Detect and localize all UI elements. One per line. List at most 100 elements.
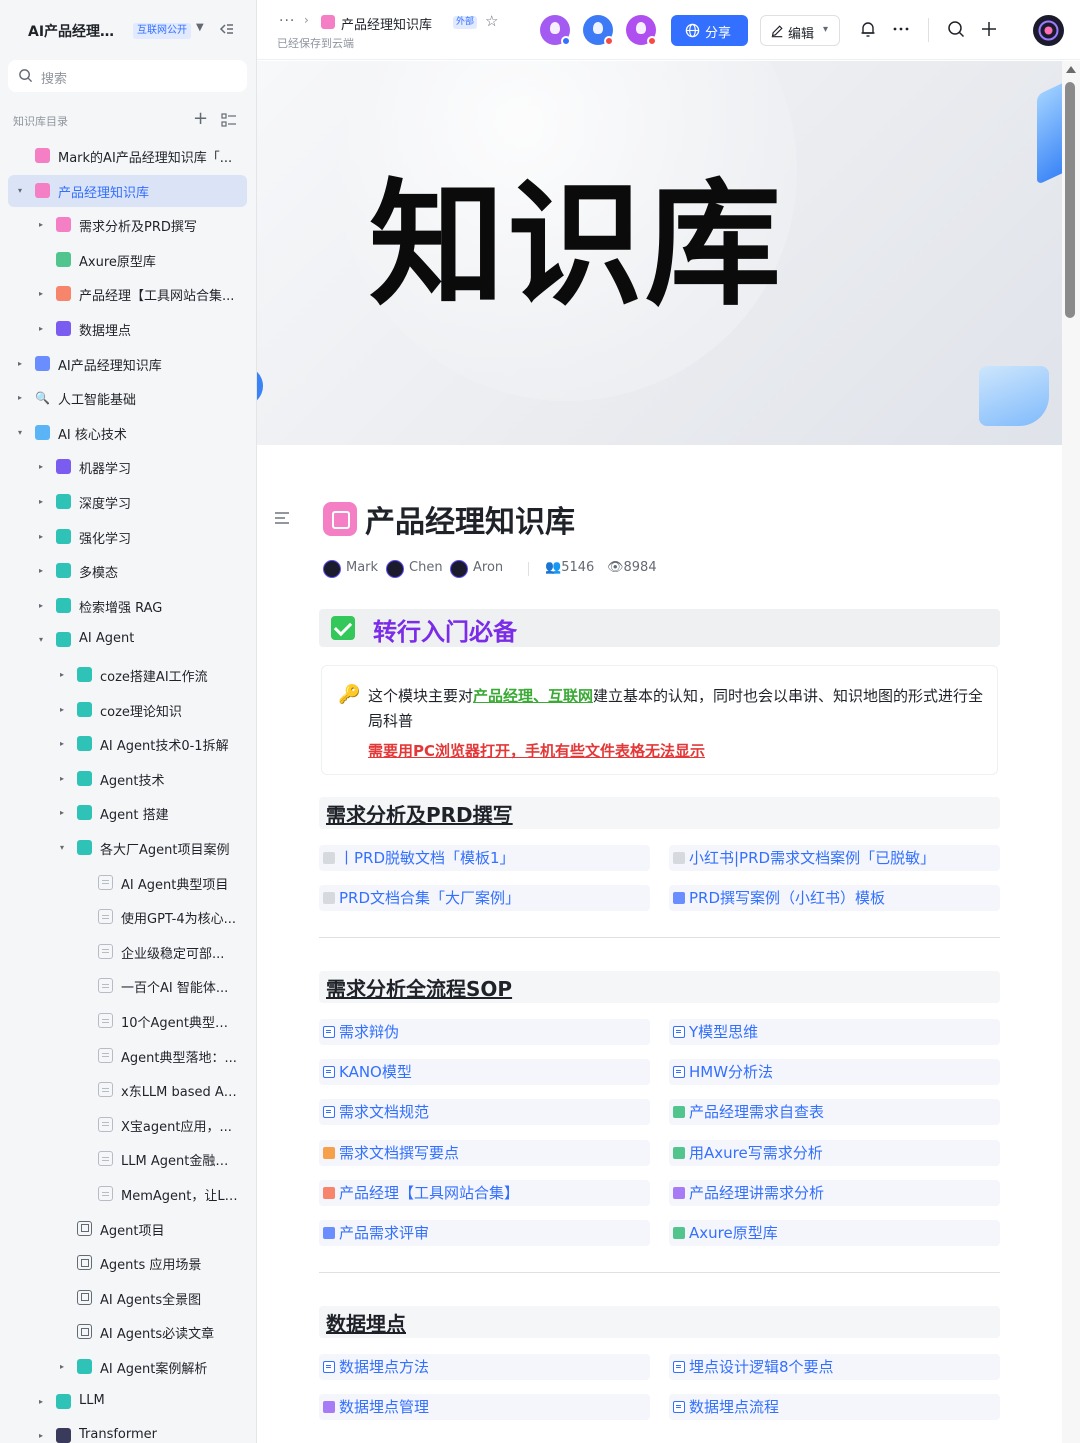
sidebar-tree-item[interactable]: ▸ 需求分析及PRD撰写 [8, 209, 247, 241]
sidebar-tree-item[interactable]: ▸ Agent技术 [8, 763, 247, 795]
sidebar-tree-item[interactable]: ▾ 产品经理知识库 [8, 174, 247, 207]
sidebar-tree-item[interactable]: ▸ 多模态 [8, 555, 247, 587]
doc-link-card[interactable]: 产品经理【工具网站合集】 [319, 1179, 650, 1206]
expand-chevron-right-icon[interactable]: ▸ [39, 289, 47, 299]
expand-chevron-right-icon[interactable]: ▸ [39, 324, 47, 334]
expand-chevron-right-icon[interactable]: ▸ [39, 1431, 47, 1441]
sidebar-tree-item[interactable]: ▾ 各大厂Agent项目案例 [8, 832, 247, 864]
bell-icon[interactable] [857, 18, 879, 40]
sidebar-tree-item[interactable]: AI Agent典型项目 [8, 867, 247, 899]
sidebar-tree-item[interactable]: Axure原型库 [8, 244, 247, 276]
expand-chevron-right-icon[interactable]: ▸ [60, 705, 68, 715]
doc-link-card[interactable]: 产品经理需求自查表 [669, 1099, 1000, 1126]
sidebar-tree-item[interactable]: ▸ LLM [8, 1386, 247, 1418]
expand-chevron-right-icon[interactable]: ▸ [60, 808, 68, 818]
doc-link-card[interactable]: 埋点设计逻辑8个要点 [669, 1354, 1000, 1380]
sidebar-tree-item[interactable]: ▸ 产品经理【工具网站合集... [8, 278, 247, 310]
space-switch-chevron-icon[interactable]: ▼ [196, 22, 204, 33]
expand-chevron-down-icon[interactable]: ▾ [39, 635, 47, 645]
expand-chevron-right-icon[interactable]: ▸ [39, 462, 47, 472]
expand-chevron-right-icon[interactable]: ▸ [39, 532, 47, 542]
add-icon[interactable] [978, 18, 1000, 40]
sidebar-tree-item[interactable]: LLM Agent金融领... [8, 1143, 247, 1175]
expand-chevron-down-icon[interactable]: ▾ [18, 186, 26, 196]
doc-title[interactable]: 产品经理知识库 [365, 497, 575, 541]
doc-link-card[interactable]: HMW分析法 [669, 1059, 1000, 1086]
expand-chevron-right-icon[interactable]: ▸ [18, 359, 26, 369]
collaborator-avatar[interactable] [626, 15, 657, 46]
doc-link-card[interactable]: PRD撰写案例（小红书）模板 [669, 885, 1000, 912]
sidebar-tree-item[interactable]: Mark的AI产品经理知识库「... [8, 140, 247, 172]
sidebar-tree-item[interactable]: AI Agents必读文章 [8, 1316, 247, 1348]
expand-chevron-right-icon[interactable]: ▸ [18, 393, 26, 403]
sidebar-tree-item[interactable]: ▸ coze理论知识 [8, 694, 247, 726]
share-button[interactable]: 分享 [671, 15, 748, 46]
expand-chevron-down-icon[interactable]: ▾ [60, 843, 68, 853]
outline-toggle-icon[interactable] [274, 511, 290, 525]
expand-chevron-right-icon[interactable]: ▸ [39, 497, 47, 507]
sidebar-tree-item[interactable]: Agent典型落地：... [8, 1040, 247, 1072]
doc-link-card[interactable]: 需求辩伪 [319, 1019, 650, 1045]
expand-chevron-right-icon[interactable]: ▸ [39, 566, 47, 576]
doc-link-card[interactable]: 需求文档撰写要点 [319, 1139, 650, 1166]
collapse-sidebar-icon[interactable] [217, 19, 237, 39]
sidebar-tree-item[interactable]: ▸ 强化学习 [8, 521, 247, 553]
sidebar-search-input[interactable]: 搜索 [8, 60, 247, 92]
doc-link-card[interactable]: 需求文档规范 [319, 1099, 650, 1126]
breadcrumb-more-icon[interactable]: ··· [279, 13, 295, 29]
expand-chevron-right-icon[interactable]: ▸ [39, 220, 47, 230]
doc-link-card[interactable]: 数据埋点管理 [319, 1394, 650, 1421]
sidebar-tree-item[interactable]: ▸ coze搭建AI工作流 [8, 659, 247, 691]
doc-link-card[interactable]: 数据埋点流程 [669, 1394, 1000, 1421]
doc-link-card[interactable]: 小红书|PRD需求文档案例「已脱敏」 [669, 845, 1000, 871]
sidebar-tree-item[interactable]: AI Agents全景图 [8, 1282, 247, 1314]
add-page-icon[interactable]: + [193, 110, 208, 128]
expand-chevron-down-icon[interactable]: ▾ [18, 428, 26, 438]
sidebar-tree-item[interactable]: Agents 应用场景 [8, 1247, 247, 1279]
sidebar-tree-item[interactable]: ▸ 🔍 人工智能基础 [8, 382, 247, 414]
sidebar-tree-item[interactable]: 10个Agent典型应... [8, 1005, 247, 1037]
expand-chevron-right-icon[interactable]: ▸ [39, 601, 47, 611]
space-title[interactable]: AI产品经理知... [28, 21, 128, 41]
sidebar-tree-item[interactable]: ▾ AI 核心技术 [8, 417, 247, 449]
tree-options-icon[interactable] [221, 112, 237, 128]
sidebar-tree-item[interactable]: ▾ AI Agent [8, 624, 247, 656]
sidebar-tree-item[interactable]: ▸ 数据埋点 [8, 313, 247, 345]
doc-link-card[interactable]: 丨PRD脱敏文档「模板1」 [319, 845, 650, 871]
expand-chevron-right-icon[interactable]: ▸ [60, 739, 68, 749]
sidebar-tree-item[interactable]: Agent项目 [8, 1213, 247, 1245]
doc-link-card[interactable]: 产品经理讲需求分析 [669, 1179, 1000, 1206]
sidebar-tree-item[interactable]: ▸ 深度学习 [8, 486, 247, 518]
favorite-star-icon[interactable]: ☆ [485, 12, 498, 30]
sidebar-tree-item[interactable]: ▸ Transformer [8, 1420, 247, 1443]
doc-checkbox-icon[interactable] [323, 502, 357, 536]
sidebar-tree-item[interactable]: 使用GPT-4为核心... [8, 901, 247, 933]
sidebar-tree-item[interactable]: x东LLM based Ag... [8, 1074, 247, 1106]
scrollbar-thumb[interactable] [1065, 82, 1075, 318]
collaborator-avatar[interactable] [583, 15, 614, 46]
doc-link-card[interactable]: Y模型思维 [669, 1019, 1000, 1045]
sidebar-tree-item[interactable]: ▸ Agent 搭建 [8, 797, 247, 829]
sidebar-tree-item[interactable]: ▸ 检索增强 RAG [8, 590, 247, 622]
breadcrumb-title[interactable]: 产品经理知识库 [341, 14, 432, 33]
more-icon[interactable] [890, 18, 912, 40]
edit-mode-button[interactable]: 编辑 ▾ [760, 15, 840, 46]
doc-link-card[interactable]: KANO模型 [319, 1059, 650, 1086]
expand-chevron-right-icon[interactable]: ▸ [60, 670, 68, 680]
scroll-up-arrow-icon[interactable] [1066, 66, 1076, 73]
doc-link-card[interactable]: 产品需求评审 [319, 1220, 650, 1246]
user-avatar[interactable] [1033, 15, 1064, 46]
sidebar-tree-item[interactable]: MemAgent，让LL... [8, 1178, 247, 1210]
search-icon[interactable] [945, 18, 967, 40]
sidebar-tree-item[interactable]: ▸ AI产品经理知识库 [8, 348, 247, 380]
doc-link-card[interactable]: Axure原型库 [669, 1220, 1000, 1246]
sidebar-tree-item[interactable]: ▸ AI Agent技术0-1拆解 [8, 728, 247, 760]
expand-chevron-right-icon[interactable]: ▸ [39, 1397, 47, 1407]
sidebar-tree-item[interactable]: ▸ 机器学习 [8, 451, 247, 483]
sidebar-tree-item[interactable]: ▸ AI Agent案例解析 [8, 1351, 247, 1383]
expand-chevron-right-icon[interactable]: ▸ [60, 774, 68, 784]
sidebar-tree-item[interactable]: 企业级稳定可部... [8, 936, 247, 968]
sidebar-tree-item[interactable]: X宝agent应用，... [8, 1109, 247, 1141]
doc-link-card[interactable]: 数据埋点方法 [319, 1354, 650, 1380]
sidebar-tree-item[interactable]: 一百个AI 智能体... [8, 970, 247, 1002]
